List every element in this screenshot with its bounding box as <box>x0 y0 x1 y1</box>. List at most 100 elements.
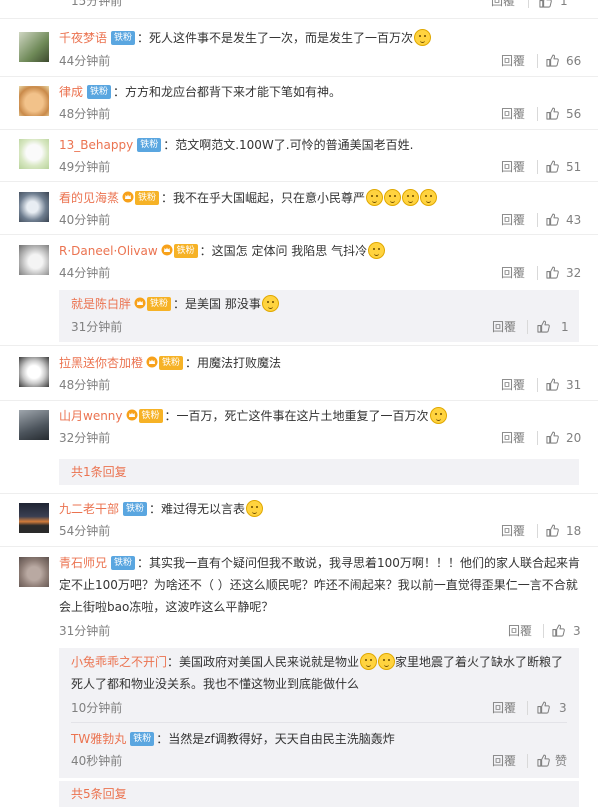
avatar[interactable] <box>19 86 49 116</box>
fan-badge[interactable]: 铁粉 <box>111 556 136 570</box>
comment-text: ：是美国 那没事 <box>173 297 261 311</box>
cry-emoji-icon <box>429 407 447 424</box>
reply-button[interactable]: 回覆 <box>508 622 532 640</box>
divider <box>537 266 538 280</box>
comment-item: 13_Behappy 铁粉 ：范文啊范文.100W了.可怜的普通美国老百姓. 49分… <box>0 135 598 185</box>
avatar[interactable] <box>19 357 49 387</box>
fan-badge[interactable]: 铁粉 <box>87 85 112 99</box>
reply-button[interactable]: 回覆 <box>492 699 516 717</box>
fan-badge[interactable]: 铁粉 <box>147 297 172 311</box>
avatar[interactable] <box>19 32 49 62</box>
reply-button[interactable]: 回覆 <box>501 376 525 394</box>
like-icon[interactable] <box>546 54 559 67</box>
like-icon[interactable] <box>546 378 559 391</box>
avatar[interactable] <box>19 245 49 275</box>
fan-badge[interactable]: 铁粉 <box>130 732 155 746</box>
divider <box>0 18 598 19</box>
sub-reply-box: 小兔乖乖之不开门：美国政府对美国人民来说就是物业 家里地震了着火了缺水了断粮了死人… <box>59 648 579 778</box>
laugh-emoji-icon <box>360 653 378 670</box>
avatar[interactable] <box>19 139 49 169</box>
comment-time: 31分钟前 <box>71 320 123 334</box>
more-replies-link[interactable]: 共1条回复 <box>71 463 127 481</box>
divider <box>71 722 567 723</box>
like-icon[interactable] <box>539 0 552 8</box>
username[interactable]: 拉黑送你杏加橙 <box>59 356 143 370</box>
username[interactable]: 千夜梦语 <box>59 31 107 45</box>
divider <box>527 754 528 768</box>
divider <box>0 493 598 494</box>
reply-button[interactable]: 回覆 <box>501 211 525 229</box>
username[interactable]: 九二老干部 <box>59 502 119 516</box>
cry-emoji-icon <box>420 189 438 206</box>
comment-time: 15分钟前 <box>71 0 123 8</box>
like-count: 1 <box>560 0 568 8</box>
comment-text: ：这国怎 定体问 我陷思 气抖冷 <box>199 244 368 258</box>
fan-badge[interactable]: 铁粉 <box>123 502 148 516</box>
comment-time: 49分钟前 <box>59 160 111 174</box>
comment-text: ：方方和龙应台都背下来才能下笔如有神。 <box>113 85 342 99</box>
comment-item: 拉黑送你杏加橙 铁粉 ：用魔法打败魔法 48分钟前 回覆 31 <box>0 353 598 403</box>
username[interactable]: R·Daneel·Olivaw <box>59 244 158 258</box>
divider <box>537 160 538 174</box>
like-count: 18 <box>566 524 582 538</box>
comment-body: 千夜梦语 铁粉 ：死人这件事不是发生了一次，而是发生了一百万次 <box>59 29 580 47</box>
reply-button[interactable]: 回覆 <box>501 264 525 282</box>
like-icon[interactable] <box>546 213 559 226</box>
cry-emoji-icon <box>414 29 432 46</box>
divider <box>0 546 598 547</box>
username[interactable]: TW雅勃丸 <box>71 732 126 746</box>
divider <box>537 524 538 538</box>
comment-time: 40秒钟前 <box>71 754 123 768</box>
username[interactable]: 小兔乖乖之不开门 <box>71 655 167 669</box>
avatar[interactable] <box>19 410 49 440</box>
avatar[interactable] <box>19 192 49 222</box>
sub-reply-body: 小兔乖乖之不开门：美国政府对美国人民来说就是物业 家里地震了着火了缺水了断粮了死人… <box>71 651 567 695</box>
fan-badge[interactable]: 铁粉 <box>137 138 162 152</box>
fan-badge[interactable]: 铁粉 <box>159 356 184 370</box>
comment-item: 九二老干部 铁粉 ：难过得无以言表 54分钟前 回覆 18 <box>0 499 598 549</box>
like-count: 56 <box>566 107 582 121</box>
fan-badge[interactable]: 铁粉 <box>138 409 163 423</box>
comment-text: ：用魔法打败魔法 <box>185 356 282 370</box>
reply-button[interactable]: 回覆 <box>501 522 525 540</box>
fan-badge[interactable]: 铁粉 <box>111 31 136 45</box>
username[interactable]: 13_Behappy <box>59 138 133 152</box>
reply-button[interactable]: 回覆 <box>492 318 516 336</box>
avatar[interactable] <box>19 503 49 533</box>
like-count: 32 <box>566 266 582 280</box>
comment-time: 31分钟前 <box>59 624 111 638</box>
like-count: 3 <box>559 701 567 715</box>
username[interactable]: 就是陈白胖 <box>71 297 131 311</box>
username[interactable]: 看的见海蒸 <box>59 191 119 205</box>
reply-button[interactable]: 回覆 <box>501 105 525 123</box>
comment-item: 律成 铁粉 ：方方和龙应台都背下来才能下笔如有神。 48分钟前 回覆 56 <box>0 82 598 132</box>
like-icon[interactable] <box>537 320 550 333</box>
username[interactable]: 律成 <box>59 85 83 99</box>
reply-button[interactable]: 回覆 <box>492 752 516 770</box>
more-replies-box: 共5条回复 <box>59 781 579 807</box>
like-icon[interactable] <box>546 431 559 444</box>
like-icon[interactable] <box>537 754 550 767</box>
like-icon[interactable] <box>537 701 550 714</box>
reply-button[interactable]: 回覆 <box>501 158 525 176</box>
comment-item: 山月wenny 铁粉 ：一百万，死亡这件事在这片土地重复了一百万次 32分钟前 回覆… <box>0 406 598 456</box>
reply-button[interactable]: 回覆 <box>491 0 515 10</box>
fan-badge[interactable]: 铁粉 <box>135 191 160 205</box>
more-replies-link[interactable]: 共5条回复 <box>71 785 127 803</box>
reply-button[interactable]: 回覆 <box>501 429 525 447</box>
username[interactable]: 青石师兄 <box>59 556 107 570</box>
like-icon[interactable] <box>546 160 559 173</box>
like-count: 31 <box>566 378 582 392</box>
fan-badge[interactable]: 铁粉 <box>173 244 198 258</box>
like-icon[interactable] <box>546 266 559 279</box>
like-icon[interactable] <box>546 524 559 537</box>
comment-body: R·Daneel·Olivaw 铁粉 ：这国怎 定体问 我陷思 气抖冷 <box>59 242 580 260</box>
username[interactable]: 山月wenny <box>59 409 123 423</box>
avatar[interactable] <box>19 557 49 587</box>
crown-icon <box>146 356 158 368</box>
comment-time: 44分钟前 <box>59 266 111 280</box>
like-count: 43 <box>566 213 582 227</box>
like-icon[interactable] <box>546 107 559 120</box>
reply-button[interactable]: 回覆 <box>501 52 525 70</box>
like-icon[interactable] <box>552 624 565 637</box>
